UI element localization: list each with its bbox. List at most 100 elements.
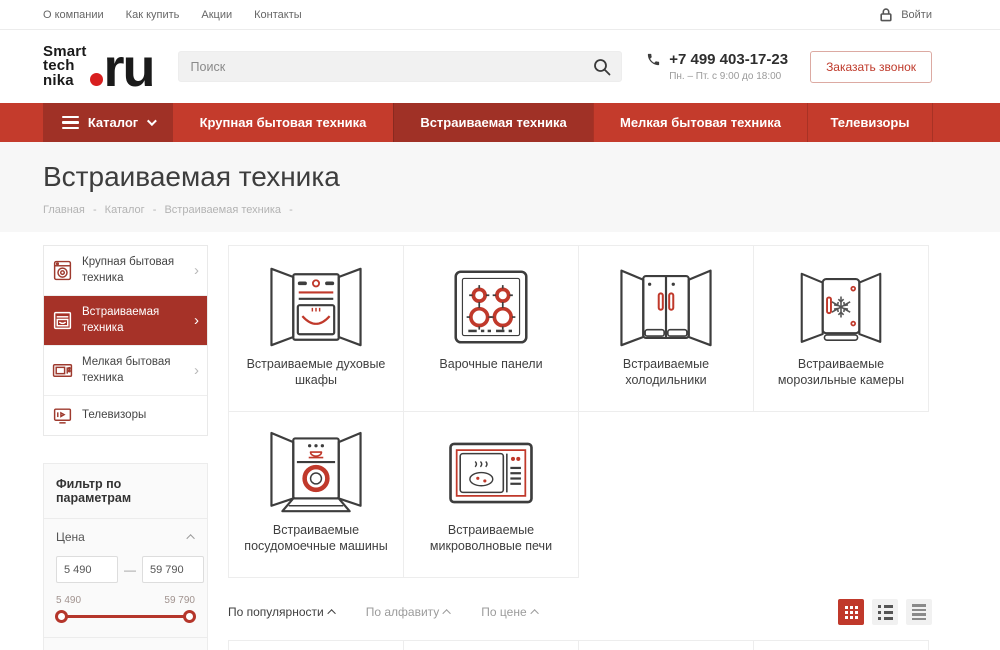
nav-tab-televisions[interactable]: Телевизоры bbox=[807, 103, 932, 142]
product-card[interactable] bbox=[578, 640, 754, 650]
phone-icon bbox=[646, 52, 661, 67]
filter-panel: Фильтр по параметрам Цена — 5 490 59 790 bbox=[43, 463, 208, 650]
topbar-link-promotions[interactable]: Акции bbox=[201, 9, 232, 21]
breadcrumb: Главная - Каталог - Встраиваемая техника… bbox=[43, 204, 932, 216]
breadcrumb-home[interactable]: Главная bbox=[43, 204, 85, 216]
hob-icon bbox=[449, 246, 533, 354]
topbar-link-contacts[interactable]: Контакты bbox=[254, 9, 302, 21]
oven-icon bbox=[52, 310, 73, 331]
logo-wordmark: Smart tech nika bbox=[43, 45, 87, 88]
chevron-up-icon bbox=[186, 534, 194, 542]
sort-by-alphabet[interactable]: По алфавиту bbox=[366, 605, 452, 619]
nav-tab-built-in-appliances[interactable]: Встраиваемая техника bbox=[393, 103, 593, 142]
chevron-right-icon: › bbox=[194, 313, 199, 328]
product-card[interactable] bbox=[753, 640, 929, 650]
topbar-link-how-to-buy[interactable]: Как купить bbox=[126, 9, 180, 21]
callback-button[interactable]: Заказать звонок bbox=[810, 51, 932, 83]
sidebar-item-built-in-appliances[interactable]: Встраиваемая техника › bbox=[44, 296, 207, 346]
breadcrumb-separator: - bbox=[153, 204, 157, 216]
grid-view-icon bbox=[845, 606, 858, 619]
filter-price-label: Цена bbox=[56, 530, 85, 544]
category-card-ovens[interactable]: Встраиваемые духовые шкафы bbox=[228, 245, 404, 412]
content: Крупная бытовая техника › Встраиваемая т… bbox=[0, 232, 1000, 650]
chevron-right-icon: › bbox=[194, 363, 199, 378]
phone-schedule: Пн. – Пт. с 9:00 до 18:00 bbox=[669, 71, 788, 82]
category-card-fridges[interactable]: Встраиваемые холодильники bbox=[578, 245, 754, 412]
category-card-dishwashers[interactable]: Встраиваемые посудомоечные машины bbox=[228, 411, 404, 578]
login-label: Войти bbox=[901, 9, 932, 21]
sidebar: Крупная бытовая техника › Встраиваемая т… bbox=[43, 245, 208, 650]
category-card-hobs[interactable]: Варочные панели bbox=[403, 245, 579, 412]
topbar: О компании Как купить Акции Контакты Вой… bbox=[0, 0, 1000, 30]
category-list: Крупная бытовая техника › Встраиваемая т… bbox=[43, 245, 208, 436]
catalog-menu-button[interactable]: Каталог bbox=[43, 103, 173, 142]
rows-view-icon bbox=[912, 604, 926, 620]
price-min-input[interactable] bbox=[56, 556, 118, 583]
sort-by-popularity[interactable]: По популярности bbox=[228, 605, 336, 619]
tv-icon bbox=[52, 405, 73, 426]
sidebar-item-small-appliances[interactable]: Мелкая бытовая техника › bbox=[44, 346, 207, 396]
price-max-input[interactable] bbox=[142, 556, 204, 583]
site-logo[interactable]: Smart tech nika ru bbox=[43, 45, 154, 88]
view-grid-button[interactable] bbox=[838, 599, 864, 625]
sort-bar: По популярности По алфавиту По цене bbox=[228, 599, 932, 625]
built-in-dishwasher-icon bbox=[266, 412, 366, 520]
search-icon bbox=[592, 57, 614, 77]
price-dash: — bbox=[124, 563, 136, 577]
product-card[interactable] bbox=[228, 640, 404, 650]
list-view-icon bbox=[878, 605, 893, 620]
sort-asc-icon bbox=[530, 609, 538, 617]
breadcrumb-separator: - bbox=[93, 204, 97, 216]
hamburger-icon bbox=[62, 116, 79, 130]
category-grid: Встраиваемые духовые шкафы bbox=[228, 245, 932, 650]
phone-number[interactable]: +7 499 403-17-23 bbox=[669, 51, 788, 68]
sidebar-item-televisions[interactable]: Телевизоры bbox=[44, 396, 207, 435]
breadcrumb-current: Встраиваемая техника bbox=[164, 204, 281, 216]
view-list-button[interactable] bbox=[872, 599, 898, 625]
filter-price-header[interactable]: Цена bbox=[56, 530, 195, 544]
filter-price-section: Цена — 5 490 59 790 bbox=[44, 519, 207, 638]
microwave-icon bbox=[52, 360, 73, 381]
header: Smart tech nika ru +7 499 403-17-23 Пн. … bbox=[0, 30, 1000, 103]
nav-tab-small-appliances[interactable]: Мелкая бытовая техника bbox=[593, 103, 807, 142]
login-button[interactable]: Войти bbox=[878, 7, 932, 23]
washing-machine-icon bbox=[52, 260, 73, 281]
breadcrumb-catalog[interactable]: Каталог bbox=[105, 204, 145, 216]
slider-min-label: 5 490 bbox=[56, 595, 81, 606]
search-input[interactable] bbox=[178, 51, 623, 82]
catalog-label: Каталог bbox=[88, 115, 138, 130]
built-in-microwave-icon bbox=[447, 412, 535, 520]
lock-icon bbox=[878, 7, 894, 23]
product-card[interactable] bbox=[403, 640, 579, 650]
topbar-link-about[interactable]: О компании bbox=[43, 9, 104, 21]
sidebar-item-large-appliances[interactable]: Крупная бытовая техника › bbox=[44, 246, 207, 296]
search-bar bbox=[178, 51, 623, 82]
page-title: Встраиваемая техника bbox=[43, 161, 932, 193]
product-row-partial bbox=[228, 640, 932, 650]
search-button[interactable] bbox=[592, 56, 614, 78]
view-table-button[interactable] bbox=[906, 599, 932, 625]
breadcrumb-separator: - bbox=[289, 204, 293, 216]
title-band: Встраиваемая техника Главная - Каталог -… bbox=[0, 142, 1000, 232]
price-slider-handle-min[interactable] bbox=[55, 610, 68, 623]
built-in-fridge-icon bbox=[616, 246, 716, 354]
logo-red-dot bbox=[90, 73, 103, 86]
built-in-freezer-icon bbox=[793, 246, 889, 354]
phone-block: +7 499 403-17-23 Пн. – Пт. с 9:00 до 18:… bbox=[646, 51, 788, 82]
sort-by-price[interactable]: По цене bbox=[481, 605, 538, 619]
category-card-microwaves[interactable]: Встраиваемые микроволновые печи bbox=[403, 411, 579, 578]
filter-offers-section: Наши предложения Хит (7) Советуем (2) bbox=[44, 638, 207, 650]
category-card-freezers[interactable]: Встраиваемые морозильные камеры bbox=[753, 245, 929, 412]
nav-tab-large-appliances[interactable]: Крупная бытовая техника bbox=[173, 103, 393, 142]
topbar-links: О компании Как купить Акции Контакты bbox=[43, 9, 302, 21]
logo-tld: ru bbox=[104, 49, 154, 88]
main-nav: Каталог Крупная бытовая техника Встраива… bbox=[0, 103, 1000, 142]
slider-max-label: 59 790 bbox=[164, 595, 195, 606]
sort-asc-icon bbox=[327, 609, 335, 617]
sort-asc-icon bbox=[443, 609, 451, 617]
nav-filler bbox=[932, 103, 1000, 142]
price-slider bbox=[56, 609, 195, 624]
chevron-down-icon bbox=[147, 116, 157, 126]
price-slider-handle-max[interactable] bbox=[183, 610, 196, 623]
built-in-oven-icon bbox=[266, 246, 366, 354]
